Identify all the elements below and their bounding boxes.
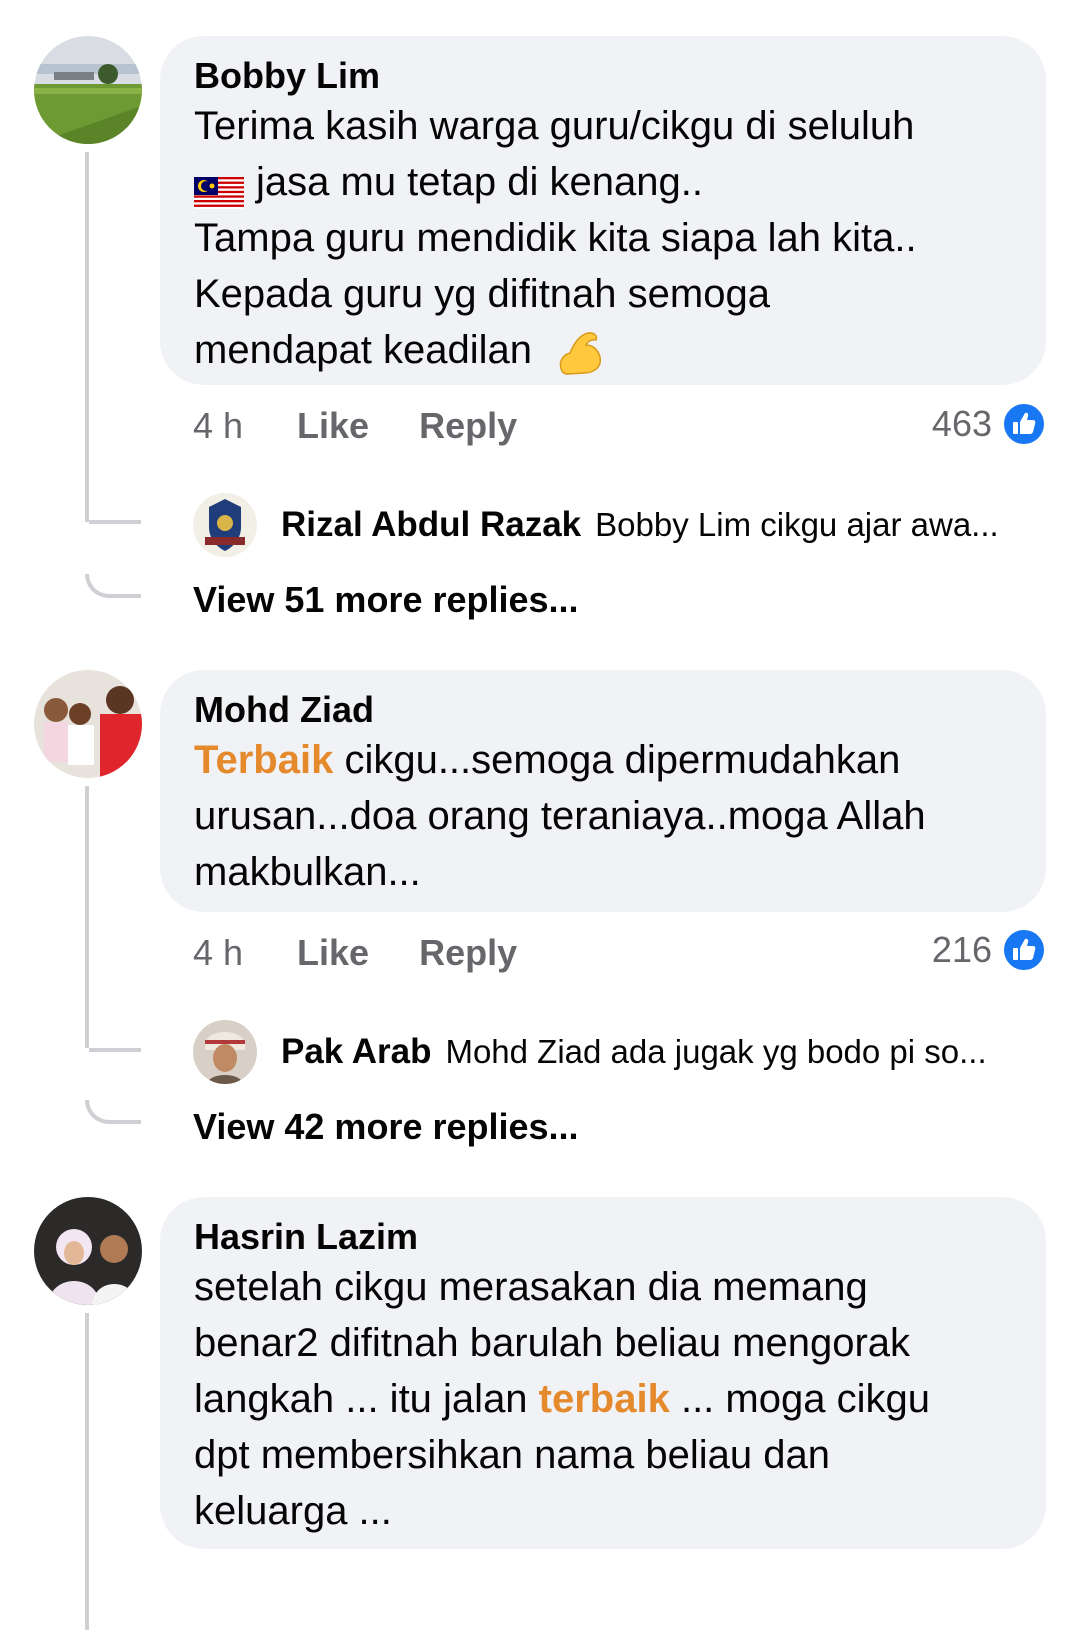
comment-bubble: Hasrin Lazim setelah cikgu merasakan dia… [160, 1197, 1046, 1549]
comment-actions: 4 h Like Reply [193, 931, 567, 975]
avatar-rizal-abdul-razak[interactable] [193, 493, 257, 557]
like-reaction-icon [1002, 402, 1046, 446]
flexed-biceps-emoji [554, 327, 604, 377]
like-button[interactable]: Like [297, 405, 369, 446]
reply-text: Mohd Ziad ada jugak yg bodo pi so... [445, 1033, 987, 1070]
highlighted-keyword[interactable]: terbaik [539, 1377, 670, 1421]
reply-button[interactable]: Reply [419, 932, 517, 973]
comment-actions: 4 h Like Reply [193, 404, 567, 448]
thread-line [85, 1313, 89, 1630]
reply-text: Bobby Lim cikgu ajar awa... [595, 506, 999, 543]
view-more-replies[interactable]: View 42 more replies... [193, 1105, 579, 1149]
reaction-count: 463 [931, 403, 992, 444]
avatar-pak-arab[interactable] [193, 1020, 257, 1084]
reply-author[interactable]: Pak Arab [281, 1032, 431, 1072]
avatar-mohd-ziad[interactable] [34, 670, 142, 778]
reply-preview[interactable]: Pak Arab Mohd Ziad ada jugak yg bodo pi … [193, 1020, 1053, 1084]
highlighted-keyword[interactable]: Terbaik [194, 738, 333, 782]
reaction-count: 216 [931, 929, 992, 970]
thread-branch [89, 520, 141, 524]
avatar-hasrin-lazim[interactable] [34, 1197, 142, 1305]
like-reaction-icon [1002, 928, 1046, 972]
like-button[interactable]: Like [297, 932, 369, 973]
reaction-summary[interactable]: 463 [932, 402, 1046, 446]
view-more-replies[interactable]: View 51 more replies... [193, 578, 579, 622]
thread-branch-end [85, 1100, 141, 1124]
thread-branch [89, 1048, 141, 1052]
comment-bubble: Mohd Ziad Terbaik cikgu...semoga dipermu… [160, 670, 1046, 912]
comment-time: 4 h [193, 405, 244, 446]
thread-line [85, 786, 89, 1048]
reply-button[interactable]: Reply [419, 405, 517, 446]
comment-text: Terima kasih warga guru/cikgu di seluluh… [194, 98, 1014, 378]
comment-author[interactable]: Hasrin Lazim [194, 1215, 1014, 1259]
comment-author[interactable]: Bobby Lim [194, 54, 1014, 98]
comment-text: Terbaik cikgu...semoga dipermudahkan uru… [194, 738, 926, 894]
comment-author[interactable]: Mohd Ziad [194, 688, 1014, 732]
thread-line [85, 152, 89, 522]
reaction-summary[interactable]: 216 [932, 928, 1046, 972]
comment-bubble: Bobby Lim Terima kasih warga guru/cikgu … [160, 36, 1046, 385]
comment-text: setelah cikgu merasakan dia memang benar… [194, 1265, 930, 1533]
comment-time: 4 h [193, 932, 244, 973]
reply-author[interactable]: Rizal Abdul Razak [281, 505, 581, 545]
reply-preview[interactable]: Rizal Abdul Razak Bobby Lim cikgu ajar a… [193, 493, 1053, 557]
malaysia-flag-emoji [194, 168, 244, 210]
avatar-bobby-lim[interactable] [34, 36, 142, 144]
thread-branch-end [85, 574, 141, 598]
